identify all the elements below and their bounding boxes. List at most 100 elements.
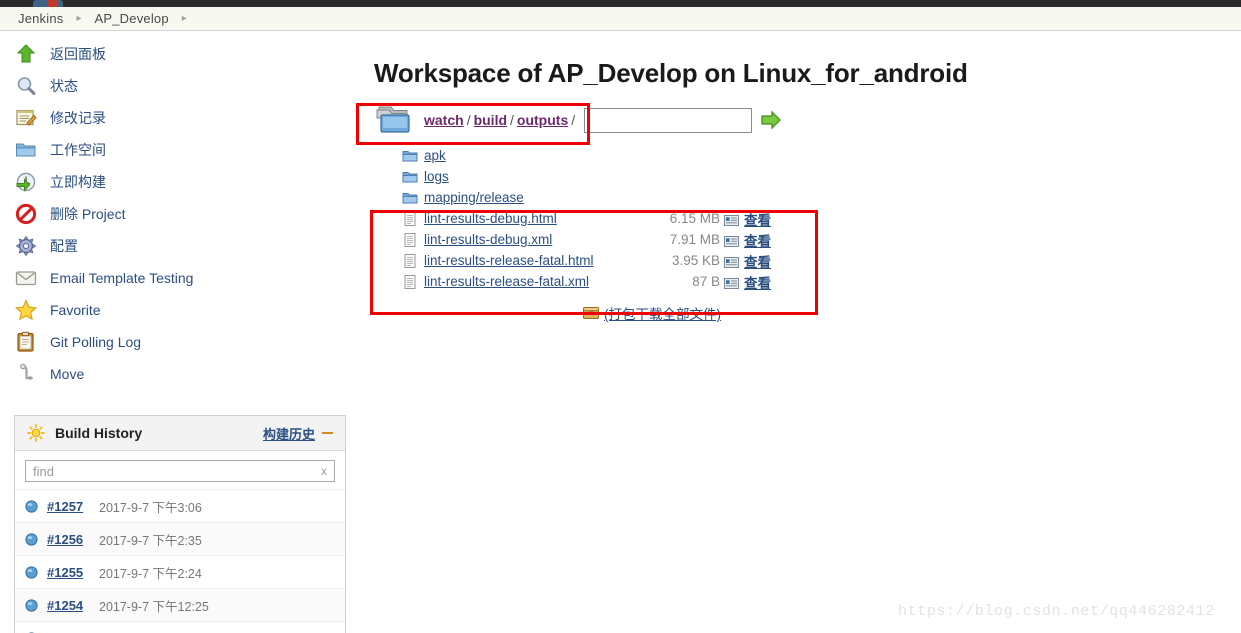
- green-arrow-icon[interactable]: [760, 109, 782, 131]
- file-view-link[interactable]: 查看: [744, 230, 771, 250]
- build-row[interactable]: #1255 2017-9-7 下午2:24: [15, 555, 345, 588]
- sidebar-item-move[interactable]: Move: [0, 358, 350, 390]
- sidebar-item-label: 工作空间: [50, 142, 106, 158]
- build-history-link[interactable]: 构建历史: [263, 424, 315, 443]
- build-history-find[interactable]: x: [25, 460, 335, 482]
- build-date: 2017-9-7 下午3:06: [99, 500, 202, 515]
- notepad-pencil-icon: [14, 106, 38, 130]
- clear-find-icon[interactable]: x: [321, 464, 327, 478]
- clipboard-icon: [14, 330, 38, 354]
- build-number-link[interactable]: #1256: [47, 532, 99, 547]
- file-row[interactable]: lint-results-release-fatal.xml 87 B 查看: [402, 271, 1241, 292]
- build-row[interactable]: #1256 2017-9-7 下午2:35: [15, 522, 345, 555]
- sidebar-item-changes[interactable]: 修改记录: [0, 102, 350, 134]
- magnifier-icon: [14, 74, 38, 98]
- build-row[interactable]: #1253 2017-9-7 上午11:55: [15, 621, 345, 633]
- sidebar-item-back-to-dashboard[interactable]: 返回面板: [0, 38, 350, 70]
- breadcrumb-separator-icon: ▸: [76, 13, 82, 24]
- file-listing: apk logs mapping/release lint-results-de…: [402, 145, 1241, 292]
- path-separator: /: [510, 112, 514, 128]
- find-input[interactable]: [26, 461, 334, 481]
- file-link[interactable]: lint-results-release-fatal.xml: [424, 274, 646, 289]
- directory-link[interactable]: mapping/release: [424, 190, 524, 205]
- breadcrumb: Jenkins ▸ AP_Develop ▸: [0, 7, 1241, 31]
- directory-link[interactable]: logs: [424, 169, 449, 184]
- minus-icon[interactable]: [322, 432, 333, 434]
- sidebar-item-build-now[interactable]: 立即构建: [0, 166, 350, 198]
- browser-chrome-strip: [0, 0, 1241, 7]
- sidebar-item-label: Git Polling Log: [50, 334, 142, 350]
- sidebar-item-label: Favorite: [50, 302, 101, 318]
- file-row[interactable]: lint-results-debug.xml 7.91 MB 查看: [402, 229, 1241, 250]
- download-all-row[interactable]: (打包下载全部文件): [402, 303, 902, 323]
- sidebar-item-favorite[interactable]: Favorite: [0, 294, 350, 326]
- sidebar-item-status[interactable]: 状态: [0, 70, 350, 102]
- sidebar: 返回面板 状态 修改记录 工作空间 立即构建 删除 Project 配置 Ema…: [0, 38, 350, 390]
- sidebar-item-email-template-testing[interactable]: Email Template Testing: [0, 262, 350, 294]
- browser-tab-favicon-icon: [47, 0, 58, 7]
- sidebar-item-delete-project[interactable]: 删除 Project: [0, 198, 350, 230]
- console-icon[interactable]: [724, 255, 739, 268]
- big-folder-icon: [374, 104, 418, 136]
- build-row[interactable]: #1254 2017-9-7 下午12:25: [15, 588, 345, 621]
- sidebar-item-configure[interactable]: 配置: [0, 230, 350, 262]
- file-link[interactable]: lint-results-debug.xml: [424, 232, 646, 247]
- file-link[interactable]: lint-results-debug.html: [424, 211, 646, 226]
- build-number-link[interactable]: #1257: [47, 499, 99, 514]
- file-size: 3.95 KB: [671, 253, 720, 268]
- file-size: 7.91 MB: [669, 232, 720, 247]
- sidebar-item-label: 状态: [50, 78, 78, 94]
- file-row[interactable]: lint-results-release-fatal.html 3.95 KB …: [402, 250, 1241, 271]
- page-title: Workspace of AP_Develop on Linux_for_and…: [374, 58, 968, 88]
- path-search-input[interactable]: [584, 107, 753, 133]
- build-number-link[interactable]: #1255: [47, 565, 99, 580]
- sidebar-item-label: Email Template Testing: [50, 270, 194, 286]
- file-view-link[interactable]: 查看: [744, 272, 771, 292]
- sidebar-item-label: 配置: [50, 238, 78, 254]
- console-icon[interactable]: [724, 276, 739, 289]
- main-content: Workspace of AP_Develop on Linux_for_and…: [350, 38, 1241, 323]
- build-number-link[interactable]: #1254: [47, 598, 99, 613]
- blue-ball-icon: [25, 598, 38, 612]
- weather-sun-icon: [27, 424, 45, 442]
- file-link[interactable]: lint-results-release-fatal.html: [424, 253, 646, 268]
- document-icon: [402, 232, 418, 248]
- sidebar-item-label: Move: [50, 366, 85, 382]
- build-date: 2017-9-7 下午12:25: [99, 599, 209, 614]
- download-all-link[interactable]: (打包下载全部文件): [604, 303, 721, 323]
- blue-ball-icon: [25, 565, 38, 579]
- console-icon[interactable]: [724, 234, 739, 247]
- directory-link[interactable]: apk: [424, 148, 446, 163]
- star-icon: [14, 298, 38, 322]
- path-separator: /: [466, 112, 471, 128]
- document-icon: [402, 253, 418, 269]
- workspace-path-row: watch / build / outputs /: [374, 103, 1241, 137]
- build-date: 2017-9-7 下午2:35: [99, 533, 202, 548]
- path-crumb-watch[interactable]: watch: [424, 112, 464, 128]
- delete-icon: [14, 202, 38, 226]
- folder-icon: [402, 148, 418, 164]
- file-size: 87 B: [692, 274, 720, 289]
- document-icon: [402, 274, 418, 290]
- build-history-title: Build History: [55, 425, 143, 441]
- directory-row[interactable]: mapping/release: [402, 187, 1241, 208]
- sidebar-item-label: 立即构建: [50, 174, 106, 190]
- sidebar-item-git-polling-log[interactable]: Git Polling Log: [0, 326, 350, 358]
- path-crumb-build[interactable]: build: [474, 112, 507, 128]
- console-icon[interactable]: [724, 213, 739, 226]
- directory-row[interactable]: apk: [402, 145, 1241, 166]
- breadcrumb-separator-icon: ▸: [181, 13, 187, 24]
- path-crumb-outputs[interactable]: outputs: [517, 112, 568, 128]
- file-view-link[interactable]: 查看: [744, 251, 771, 271]
- sidebar-item-label: 修改记录: [50, 110, 106, 126]
- file-row[interactable]: lint-results-debug.html 6.15 MB 查看: [402, 208, 1241, 229]
- sidebar-item-workspace[interactable]: 工作空间: [0, 134, 350, 166]
- build-date: 2017-9-7 上午11:55: [99, 629, 208, 633]
- folder-icon: [402, 169, 418, 185]
- directory-row[interactable]: logs: [402, 166, 1241, 187]
- file-view-link[interactable]: 查看: [744, 209, 771, 229]
- build-row[interactable]: #1257 2017-9-7 下午3:06: [15, 489, 345, 522]
- breadcrumb-item-ap-develop[interactable]: AP_Develop: [95, 11, 169, 26]
- build-history-header: Build History 构建历史: [15, 416, 345, 451]
- breadcrumb-item-jenkins[interactable]: Jenkins: [18, 11, 63, 26]
